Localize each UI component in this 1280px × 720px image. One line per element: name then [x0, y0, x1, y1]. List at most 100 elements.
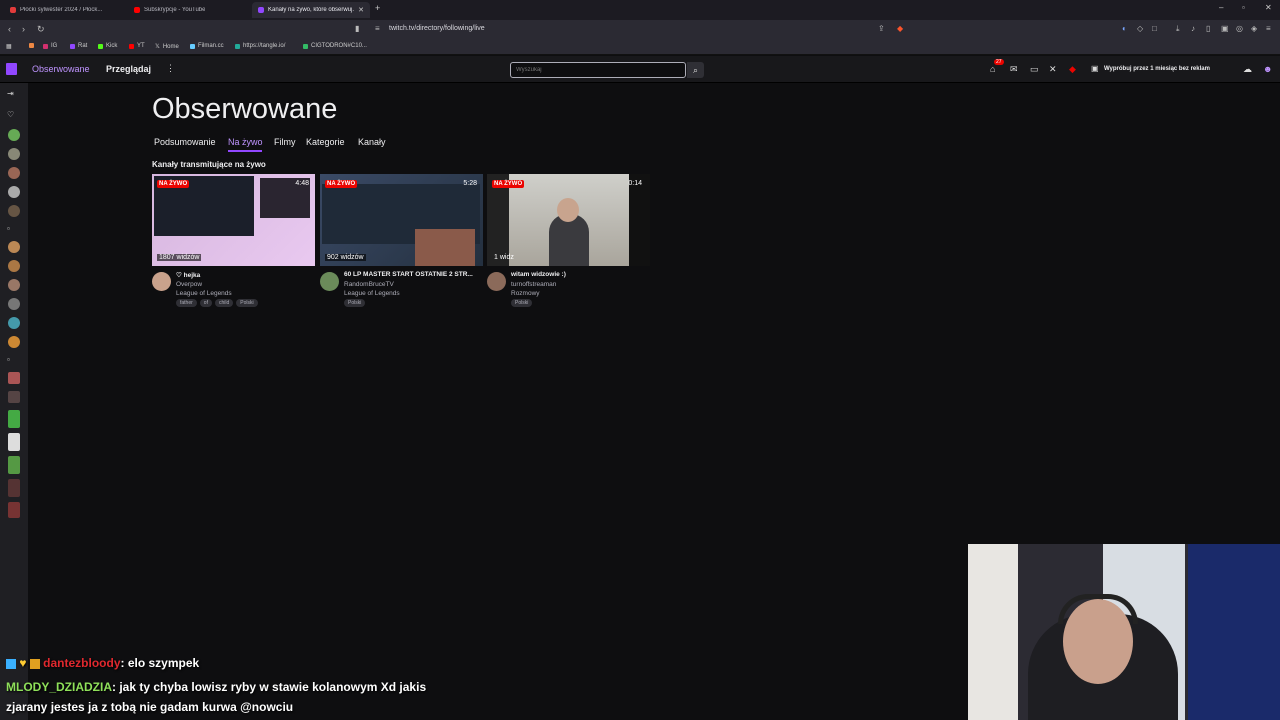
whispers-icon[interactable]: ▭	[1030, 64, 1039, 75]
bookmark-item[interactable]: 𝕏 Home	[155, 43, 179, 51]
browser-tab-1[interactable]: Płocki sylwester 2024 / Płock...	[4, 2, 124, 18]
channel-avatar[interactable]	[8, 167, 20, 179]
cloud-icon[interactable]: ☁	[1243, 64, 1252, 75]
channel-avatar[interactable]	[8, 205, 20, 217]
channel-name[interactable]: RandomBruceTV	[344, 281, 394, 288]
stream-thumbnail[interactable]: NA ŻYWO 4:48 1807 widzów	[152, 174, 315, 266]
channel-avatar[interactable]	[8, 298, 20, 310]
menu-icon[interactable]: ≡	[1266, 24, 1271, 33]
more-options-icon[interactable]: ⋮	[166, 63, 175, 74]
category-avatar[interactable]	[8, 456, 20, 474]
expand-sidebar-icon[interactable]: ⇥	[7, 89, 14, 98]
browser-tab-active[interactable]: Kanały na żywo, które obserwuj... ✕	[252, 2, 370, 18]
tab-categories[interactable]: Kategorie	[306, 137, 345, 147]
stream-category[interactable]: League of Legends	[176, 290, 232, 297]
channel-avatar[interactable]	[8, 336, 20, 348]
channel-avatar[interactable]	[8, 129, 20, 141]
bookmark-icon[interactable]: ▮	[355, 24, 359, 33]
reload-icon[interactable]: ↻	[37, 24, 45, 35]
restore-icon[interactable]: ▫	[1242, 3, 1245, 12]
back-icon[interactable]: ‹	[8, 24, 11, 34]
new-tab-icon[interactable]: +	[375, 3, 380, 13]
category-avatar[interactable]	[8, 502, 20, 518]
channel-name[interactable]: Overpow	[176, 281, 202, 288]
tab-channels[interactable]: Kanały	[358, 137, 386, 147]
stream-tag[interactable]: child	[214, 299, 234, 307]
share-icon[interactable]: ⇪	[878, 24, 885, 33]
close-window-icon[interactable]: ✕	[1265, 3, 1272, 12]
browser-tab-2[interactable]: Subskrypcje - YouTube	[128, 2, 248, 18]
stream-tag[interactable]: Polski	[511, 299, 533, 307]
prime-loot-icon[interactable]: ⌂	[990, 64, 995, 74]
stream-title[interactable]: witam widzowie :)	[511, 271, 651, 278]
stream-card[interactable]: NA ŻYWO 0:14 1 widz witam widzowie :) tu…	[487, 174, 650, 310]
vpn-icon[interactable]: ◎	[1236, 24, 1243, 33]
search-icon[interactable]: ⌕	[687, 62, 704, 78]
category-avatar[interactable]	[8, 372, 20, 384]
inbox-icon[interactable]: ✉	[1010, 64, 1018, 75]
stream-title[interactable]: ♡ hejka	[176, 271, 316, 279]
channel-avatar[interactable]	[8, 279, 20, 291]
forward-icon[interactable]: ›	[22, 24, 25, 34]
channel-avatar[interactable]	[8, 241, 20, 253]
wallet-icon[interactable]: ▣	[1221, 24, 1229, 33]
bookmark-item[interactable]: Kick	[98, 43, 117, 49]
channel-avatar[interactable]	[8, 186, 20, 198]
crown-icon[interactable]: ✕	[1049, 64, 1057, 75]
sidebar-icon[interactable]: ▯	[1206, 24, 1210, 33]
channel-avatar[interactable]	[8, 260, 20, 272]
brave-shield-icon[interactable]: ◆	[897, 24, 903, 33]
bookmark-item[interactable]	[29, 43, 34, 48]
stream-tag[interactable]: Polski	[344, 299, 366, 307]
channel-name[interactable]: turnoffstreaman	[511, 281, 556, 288]
category-avatar[interactable]	[8, 433, 20, 451]
stream-thumbnail[interactable]: NA ŻYWO 0:14 1 widz	[487, 174, 650, 266]
turbo-promo-link[interactable]: Wypróbuj przez 1 miesiąc bez reklam	[1104, 66, 1210, 72]
close-tab-icon[interactable]: ✕	[358, 6, 364, 14]
address-bar[interactable]: twitch.tv/directory/following/live	[389, 25, 485, 32]
search-input[interactable]	[510, 62, 686, 78]
stream-category[interactable]: League of Legends	[344, 290, 400, 297]
bits-icon[interactable]: ◆	[1069, 64, 1076, 75]
nav-following[interactable]: Obserwowane	[32, 64, 90, 74]
streamer-avatar[interactable]	[487, 272, 506, 291]
category-avatar[interactable]	[8, 410, 20, 428]
nav-browse[interactable]: Przeglądaj	[106, 64, 151, 74]
shield-icon[interactable]: ◈	[1251, 24, 1257, 33]
apps-icon[interactable]: ▦	[6, 43, 12, 50]
tab-videos[interactable]: Filmy	[274, 137, 296, 147]
stream-category[interactable]: Rozmowy	[511, 290, 540, 297]
user-avatar-icon[interactable]: ☻	[1263, 64, 1272, 74]
stream-tag[interactable]: father	[176, 299, 197, 307]
bookmark-item[interactable]: Rat	[70, 43, 87, 49]
extension-icon[interactable]: □	[1152, 24, 1157, 33]
download-icon[interactable]: ⤓	[1176, 24, 1180, 34]
stream-card[interactable]: NA ŻYWO 4:48 1807 widzów ♡ hejka Overpow…	[152, 174, 315, 310]
stream-tag[interactable]: of	[199, 299, 212, 307]
channel-avatar[interactable]	[8, 148, 20, 160]
category-avatar[interactable]	[8, 479, 20, 497]
twitch-logo-icon[interactable]	[6, 63, 17, 75]
streamer-avatar[interactable]	[320, 272, 339, 291]
ad-free-icon[interactable]: ▣	[1091, 64, 1099, 73]
category-avatar[interactable]	[8, 391, 20, 403]
bookmark-item[interactable]: IG	[43, 43, 57, 49]
tab-label: Płocki sylwester 2024 / Płock...	[20, 7, 103, 13]
stream-card[interactable]: NA ŻYWO 5:28 902 widzów 60 LP MASTER STA…	[320, 174, 483, 310]
stream-tag[interactable]: Polski	[236, 299, 258, 307]
bookmark-item[interactable]: Filman.cc	[190, 43, 224, 49]
media-icon[interactable]: ♪	[1191, 24, 1195, 33]
stream-title[interactable]: 60 LP MASTER START OSTATNIE 2 STR...	[344, 271, 484, 278]
extension-icon[interactable]: ◇	[1137, 24, 1143, 33]
bookmark-item[interactable]: YT	[129, 43, 145, 49]
site-info-icon[interactable]: ≡	[375, 24, 380, 33]
tab-summary[interactable]: Podsumowanie	[154, 137, 216, 147]
stream-thumbnail[interactable]: NA ŻYWO 5:28 902 widzów	[320, 174, 483, 266]
tab-live[interactable]: Na żywo	[228, 137, 263, 147]
channel-avatar[interactable]	[8, 317, 20, 329]
extension-icon[interactable]: ◐	[1122, 24, 1127, 33]
bookmark-item[interactable]: https://tangle.io/	[235, 43, 285, 49]
streamer-avatar[interactable]	[152, 272, 171, 291]
minimize-icon[interactable]: –	[1219, 3, 1223, 12]
bookmark-item[interactable]: CIGTODRON#C10...	[303, 43, 367, 49]
